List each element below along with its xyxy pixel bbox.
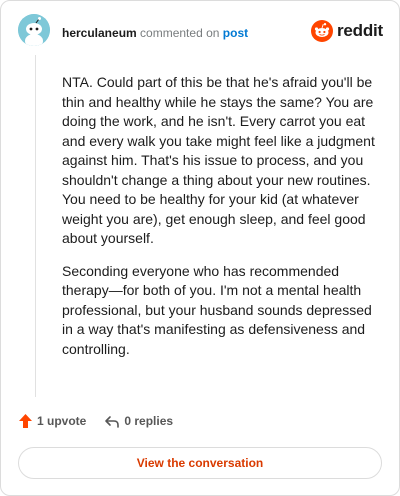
upvote-arrow-icon [19, 414, 32, 428]
username-link[interactable]: herculaneum [62, 26, 137, 40]
comment-header: herculaneum commented on post [62, 25, 248, 41]
replies-button[interactable]: 0 replies [104, 414, 173, 429]
post-link[interactable]: post [223, 26, 248, 40]
comment-embed-card: herculaneum commented on post reddit NTA… [0, 0, 400, 496]
replies-count: 0 replies [124, 414, 174, 428]
reply-arrow-icon [105, 415, 120, 428]
comment-actions: 1 upvote 0 replies [18, 413, 173, 429]
comment-paragraph: Seconding everyone who has recommended t… [62, 262, 372, 357]
reddit-wordmark: reddit [337, 21, 384, 40]
upvote-count: 1 upvote [37, 414, 87, 428]
reddit-logo[interactable]: reddit [311, 20, 383, 42]
user-avatar-icon[interactable] [18, 14, 50, 46]
reddit-logo-icon [311, 20, 333, 42]
view-conversation-button[interactable]: View the conversation [18, 447, 382, 479]
commented-on-text: commented on [140, 26, 220, 40]
upvote-button[interactable]: 1 upvote [18, 413, 86, 429]
thread-line [35, 55, 36, 397]
comment-paragraph: NTA. Could part of this be that he's afr… [62, 74, 375, 246]
comment-body: NTA. Could part of this be that he's afr… [62, 73, 380, 372]
